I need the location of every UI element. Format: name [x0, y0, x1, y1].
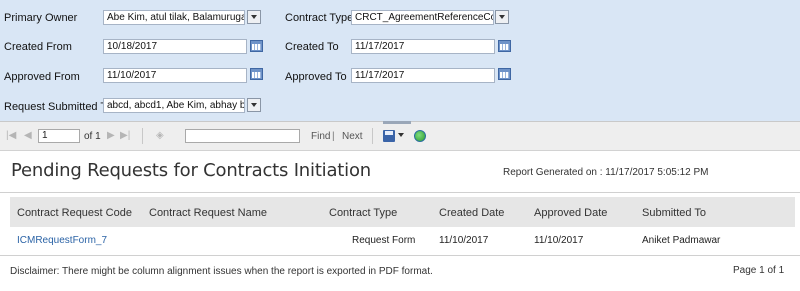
request-submitted-to-dropdown-icon[interactable]	[247, 98, 261, 112]
page-count-label: Page 1 of 1	[733, 265, 785, 276]
back-icon[interactable]: ◈	[156, 130, 164, 141]
approved-from-label: Approved From	[4, 71, 80, 83]
find-separator: |	[332, 131, 335, 142]
request-submitted-to-select[interactable]: abcd, abcd1, Abe Kim, abhay bav	[103, 98, 245, 113]
request-submitted-to-label: Request Submitted To	[4, 101, 113, 113]
approved-to-input[interactable]: 11/17/2017	[351, 68, 495, 83]
refresh-icon[interactable]	[414, 130, 426, 142]
panel-splitter-handle[interactable]	[383, 121, 411, 124]
column-header-created-date: Created Date	[439, 207, 505, 219]
column-header-contract-request-code: Contract Request Code	[17, 207, 132, 219]
primary-owner-dropdown-icon[interactable]	[247, 10, 261, 24]
approved-to-calendar-icon[interactable]	[498, 68, 511, 80]
next-link[interactable]: Next	[342, 131, 363, 142]
primary-owner-select[interactable]: Abe Kim, atul tilak, Balamurugan	[103, 10, 245, 25]
save-export-icon[interactable]	[383, 130, 395, 142]
first-page-icon[interactable]: |◀	[6, 130, 16, 141]
contract-request-code-link[interactable]: ICMRequestForm_7	[17, 235, 107, 246]
title-divider	[0, 192, 800, 193]
export-dropdown-icon[interactable]	[398, 133, 404, 137]
contract-type-label: Contract Type	[285, 12, 354, 24]
approved-from-input[interactable]: 11/10/2017	[103, 68, 247, 83]
page-number-input[interactable]: 1	[38, 129, 80, 143]
created-from-input[interactable]: 10/18/2017	[103, 39, 247, 54]
pdf-disclaimer-text: Disclaimer: There might be column alignm…	[10, 266, 433, 277]
created-from-label: Created From	[4, 41, 72, 53]
next-page-icon[interactable]: ▶	[107, 130, 115, 141]
report-generated-timestamp: Report Generated on : 11/17/2017 5:05:12…	[503, 167, 709, 178]
report-toolbar: |◀ ◀ 1 of 1 ▶ ▶| ◈ Find | Next	[0, 121, 800, 151]
footer-divider	[0, 255, 800, 256]
toolbar-separator-2	[372, 128, 373, 144]
find-input[interactable]	[185, 129, 300, 143]
last-page-icon[interactable]: ▶|	[120, 130, 130, 141]
previous-page-icon[interactable]: ◀	[24, 130, 32, 141]
created-date-cell: 11/10/2017	[439, 235, 489, 246]
toolbar-separator	[142, 128, 143, 144]
created-to-calendar-icon[interactable]	[498, 40, 511, 52]
column-header-approved-date: Approved Date	[534, 207, 608, 219]
column-header-contract-request-name: Contract Request Name	[149, 207, 267, 219]
submitted-to-cell: Aniket Padmawar	[642, 235, 721, 246]
column-header-submitted-to: Submitted To	[642, 207, 707, 219]
approved-to-label: Approved To	[285, 71, 347, 83]
page-of-label: of 1	[84, 131, 101, 142]
created-to-label: Created To	[285, 41, 339, 53]
approved-from-calendar-icon[interactable]	[250, 68, 263, 80]
parameter-panel: Primary Owner Abe Kim, atul tilak, Balam…	[0, 0, 800, 121]
contract-type-dropdown-icon[interactable]	[495, 10, 509, 24]
primary-owner-label: Primary Owner	[4, 12, 78, 24]
contract-type-cell: Request Form	[352, 235, 416, 246]
created-to-input[interactable]: 11/17/2017	[351, 39, 495, 54]
approved-date-cell: 11/10/2017	[534, 235, 584, 246]
created-from-calendar-icon[interactable]	[250, 40, 263, 52]
contract-type-select[interactable]: CRCT_AgreementReferenceCode	[351, 10, 494, 25]
report-title: Pending Requests for Contracts Initiatio…	[11, 160, 371, 181]
column-header-contract-type: Contract Type	[329, 207, 398, 219]
find-link[interactable]: Find	[311, 131, 330, 142]
